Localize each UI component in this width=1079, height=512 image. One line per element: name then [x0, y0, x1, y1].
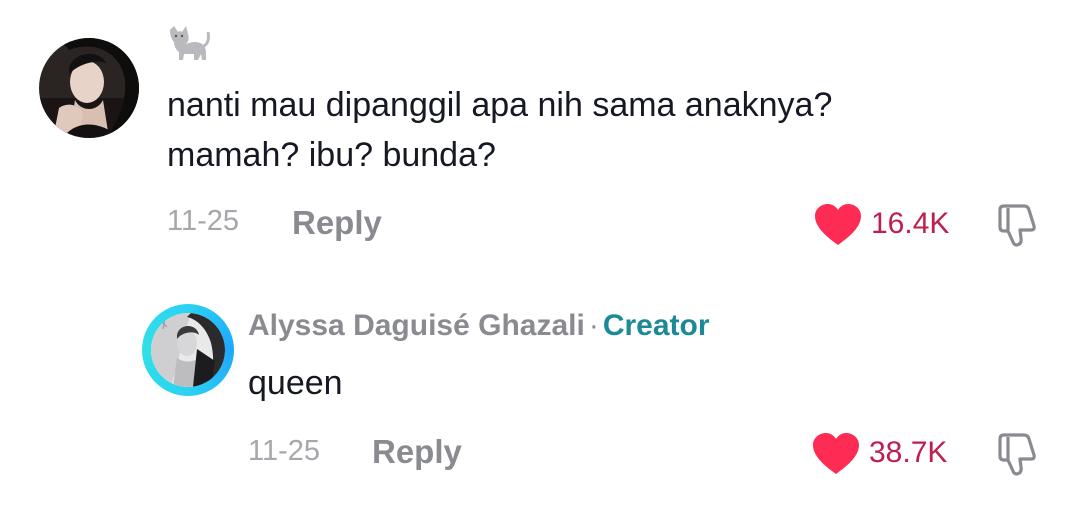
reply-button[interactable]: Reply — [372, 433, 462, 471]
reply-button[interactable]: Reply — [292, 204, 382, 242]
comment-date: 11-25 — [167, 205, 240, 237]
username-cat-emoji[interactable] — [166, 24, 210, 69]
creator-badge: Creator — [602, 309, 710, 342]
separator-dot: · — [588, 309, 599, 342]
commenter-avatar[interactable] — [39, 38, 139, 138]
like-count: 16.4K — [871, 207, 950, 240]
creator-username-line[interactable]: Alyssa Daguisé Ghazali · Creator — [248, 309, 710, 343]
heart-icon[interactable] — [814, 203, 862, 247]
thumbs-down-icon[interactable] — [994, 202, 1040, 248]
cat-icon — [170, 26, 210, 60]
thumbs-down-icon[interactable] — [994, 431, 1040, 477]
reply-date: 11-25 — [248, 435, 321, 467]
reply-text: queen — [248, 364, 343, 402]
like-count: 38.7K — [869, 436, 948, 469]
heart-icon[interactable] — [812, 432, 860, 476]
comment-text: nanti mau dipanggil apa nih sama anaknya… — [167, 86, 833, 174]
creator-avatar[interactable] — [151, 313, 225, 387]
creator-username[interactable]: Alyssa Daguisé Ghazali — [248, 309, 585, 342]
